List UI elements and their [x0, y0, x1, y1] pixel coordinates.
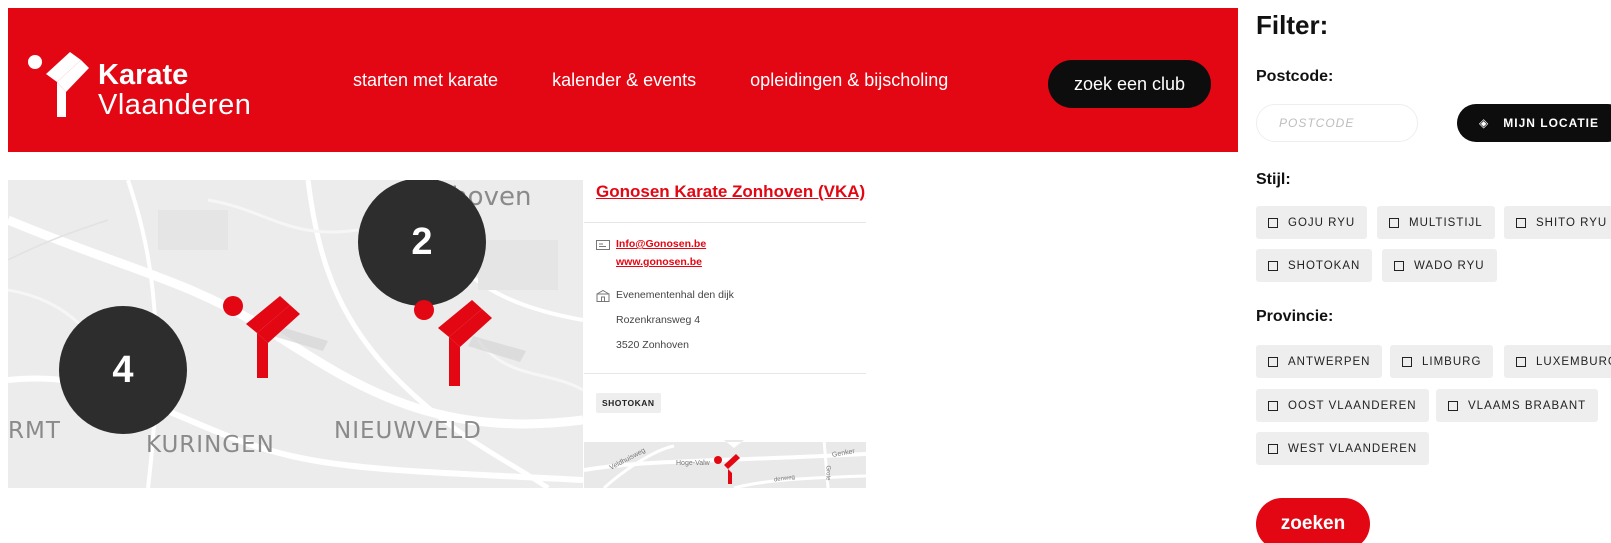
postcode-input[interactable]: [1256, 104, 1418, 142]
chip-label: VLAAMS BRABANT: [1468, 399, 1587, 412]
province-checkbox-west-vlaanderen[interactable]: WEST VLAANDEREN: [1256, 432, 1430, 465]
checkbox-icon: [1268, 260, 1278, 271]
checkbox-icon: [1268, 356, 1278, 367]
map-label-nieuwveld: NIEUWVELD: [334, 418, 482, 444]
karate-logo-icon: [28, 52, 89, 117]
checkbox-icon: [1402, 356, 1412, 367]
club-map[interactable]: Zonhoven NIEUWVELD KURINGEN RMT 2 4: [8, 180, 583, 488]
style-checkbox-shito-ryu[interactable]: SHITO RYU: [1504, 206, 1611, 239]
checkbox-icon: [1448, 400, 1458, 411]
filter-title: Filter:: [1256, 10, 1329, 40]
chip-label: OOST VLAANDEREN: [1288, 399, 1417, 412]
style-tag: SHOTOKAN: [596, 393, 661, 413]
karate-logo-marker-icon[interactable]: [408, 296, 538, 396]
logo-wordmark: Karate Vlaanderen: [98, 60, 251, 120]
chip-label: LIMBURG: [1422, 355, 1482, 368]
mijn-locatie-label: MIJN LOCATIE: [1503, 116, 1600, 130]
mijn-locatie-button[interactable]: ◈ MIJN LOCATIE: [1457, 104, 1611, 142]
filter-panel: Filter: Postcode: ◈ MIJN LOCATIE Stijl: …: [1256, 0, 1611, 543]
province-checkbox-vlaams-brabant[interactable]: VLAAMS BRABANT: [1436, 389, 1599, 422]
checkbox-icon: [1268, 217, 1278, 228]
style-checkbox-goju-ryu[interactable]: GOJU RYU: [1256, 206, 1368, 239]
mini-map-street-label: Grote: [824, 465, 831, 481]
style-checkbox-multistijl[interactable]: MULTISTIJL: [1377, 206, 1495, 239]
checkbox-icon: [1516, 356, 1526, 367]
karate-logo-marker-icon[interactable]: [218, 296, 338, 386]
postcode-label: Postcode:: [1256, 68, 1334, 85]
checkbox-icon: [1389, 217, 1399, 228]
card-divider: [584, 222, 866, 223]
chip-label: WEST VLAANDEREN: [1288, 442, 1418, 455]
zoek-een-club-button[interactable]: zoek een club: [1048, 60, 1211, 108]
club-info-card: Gonosen Karate Zonhoven (VKA) Info@Gonos…: [584, 180, 866, 488]
map-cluster-2[interactable]: 2: [358, 180, 486, 306]
main-nav: starten met karate kalender & events opl…: [353, 8, 1002, 152]
club-email-link[interactable]: Info@Gonosen.be: [616, 238, 706, 250]
nav-kalender-events[interactable]: kalender & events: [552, 70, 696, 91]
chip-label: WADO RYU: [1414, 259, 1485, 272]
checkbox-icon: [1268, 443, 1278, 454]
club-street: Rozenkransweg 4: [616, 314, 701, 326]
province-checkbox-oost-vlaanderen[interactable]: OOST VLAANDEREN: [1256, 389, 1429, 422]
checkbox-icon: [1516, 217, 1526, 228]
map-cluster-4[interactable]: 4: [59, 306, 187, 434]
province-checkbox-antwerpen[interactable]: ANTWERPEN: [1256, 345, 1383, 378]
map-label-kuringen: KURINGEN: [146, 432, 275, 458]
nav-starten-met-karate[interactable]: starten met karate: [353, 70, 498, 91]
site-header: Karate Vlaanderen starten met karate kal…: [8, 8, 1238, 152]
chip-label: LUXEMBURG: [1536, 355, 1611, 368]
stijl-label: Stijl:: [1256, 171, 1291, 188]
zoeken-button[interactable]: zoeken: [1256, 498, 1370, 543]
province-checkbox-limburg[interactable]: LIMBURG: [1390, 345, 1494, 378]
chip-label: SHOTOKAN: [1288, 259, 1361, 272]
province-checkbox-luxemburg[interactable]: LUXEMBURG: [1504, 345, 1611, 378]
contact-card-icon: [596, 240, 610, 250]
style-checkbox-shotokan[interactable]: SHOTOKAN: [1256, 249, 1373, 282]
club-venue: Evenementenhal den dijk: [616, 289, 734, 301]
building-icon: [596, 290, 610, 302]
club-website-link[interactable]: www.gonosen.be: [616, 256, 702, 268]
style-checkbox-wado-ryu[interactable]: WADO RYU: [1382, 249, 1497, 282]
logo-line-1: Karate: [98, 59, 189, 91]
nav-opleidingen-bijscholing[interactable]: opleidingen & bijscholing: [750, 70, 948, 91]
site-logo[interactable]: Karate Vlaanderen: [26, 44, 286, 124]
logo-line-2: Vlaanderen: [98, 89, 252, 121]
club-title-link[interactable]: Gonosen Karate Zonhoven (VKA): [596, 182, 865, 202]
mini-map-street-label: Hoge-Valw: [676, 460, 710, 467]
chip-label: MULTISTIJL: [1409, 216, 1483, 229]
checkbox-icon: [1268, 400, 1278, 411]
club-mini-map[interactable]: Veldhuisweg Hoge-Valw Genker Grote denwe…: [584, 440, 866, 488]
club-city: 3520 Zonhoven: [616, 339, 689, 351]
map-label-rmt: RMT: [8, 418, 61, 444]
chip-label: GOJU RYU: [1288, 216, 1356, 229]
checkbox-icon: [1394, 260, 1404, 271]
chip-label: ANTWERPEN: [1288, 355, 1371, 368]
provincie-label: Provincie:: [1256, 308, 1334, 325]
card-divider: [584, 373, 866, 374]
location-crosshair-icon: ◈: [1479, 116, 1490, 130]
chip-label: SHITO RYU: [1536, 216, 1608, 229]
